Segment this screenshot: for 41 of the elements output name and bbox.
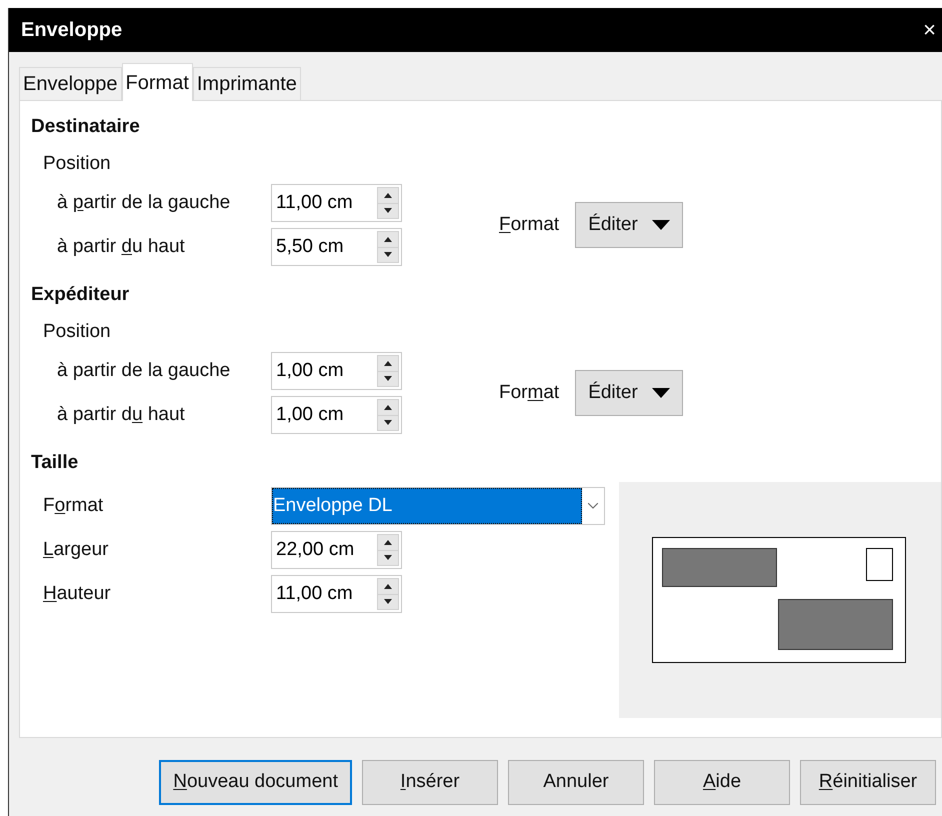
field-label: Hauteur [42,582,112,606]
dialog-button[interactable]: Insérer [362,760,498,805]
format-label: Format [499,212,560,237]
caret-icon [652,388,670,398]
spin-field[interactable]: 5,50 cm [271,228,402,266]
dialog-button[interactable]: Réinitialiser [800,760,936,805]
field-label: à partir de la gauche [56,358,232,383]
chevron-down-icon [588,503,598,509]
spin-field[interactable]: 1,00 cm [271,396,402,434]
spin-field[interactable]: 11,00 cm [271,184,402,222]
field-value: 22,00 cm [275,538,356,562]
group-label: Position [42,152,112,176]
format-label: Format [499,380,560,405]
field-value: 1,00 cm [275,358,345,383]
close-button[interactable]: × [923,19,936,41]
field-label: à partir du haut [56,234,186,259]
spin-field[interactable]: 22,00 cm [271,531,402,569]
dialog-button[interactable]: Nouveau document [159,760,352,805]
edit-menu-button[interactable]: Éditer [575,202,683,248]
field-label: Largeur [42,538,110,562]
tab[interactable]: Format [122,63,193,101]
field-label: à partir de la gauche [56,190,232,215]
section-heading: Destinataire [31,115,141,139]
tab[interactable]: Imprimante [192,67,301,100]
section-heading: Expéditeur [31,283,130,307]
group-label: Position [42,320,112,344]
edit-menu-button[interactable]: Éditer [575,370,683,416]
field-label: Format [42,494,104,518]
dialog-button[interactable]: Aide [654,760,790,805]
tab[interactable]: Enveloppe [19,67,122,100]
spin-field[interactable]: 11,00 cm [271,575,402,613]
spin-field[interactable]: 1,00 cm [271,352,402,390]
field-label: à partir du haut [56,402,186,427]
window-title: Enveloppe [21,18,122,43]
caret-icon [652,220,670,230]
field-value: 5,50 cm [275,234,345,259]
field-value: 11,00 cm [275,582,354,606]
dialog-button[interactable]: Annuler [508,760,644,805]
field-value: 11,00 cm [275,190,354,215]
section-heading: Taille [31,451,80,475]
field-value: 1,00 cm [275,402,345,427]
